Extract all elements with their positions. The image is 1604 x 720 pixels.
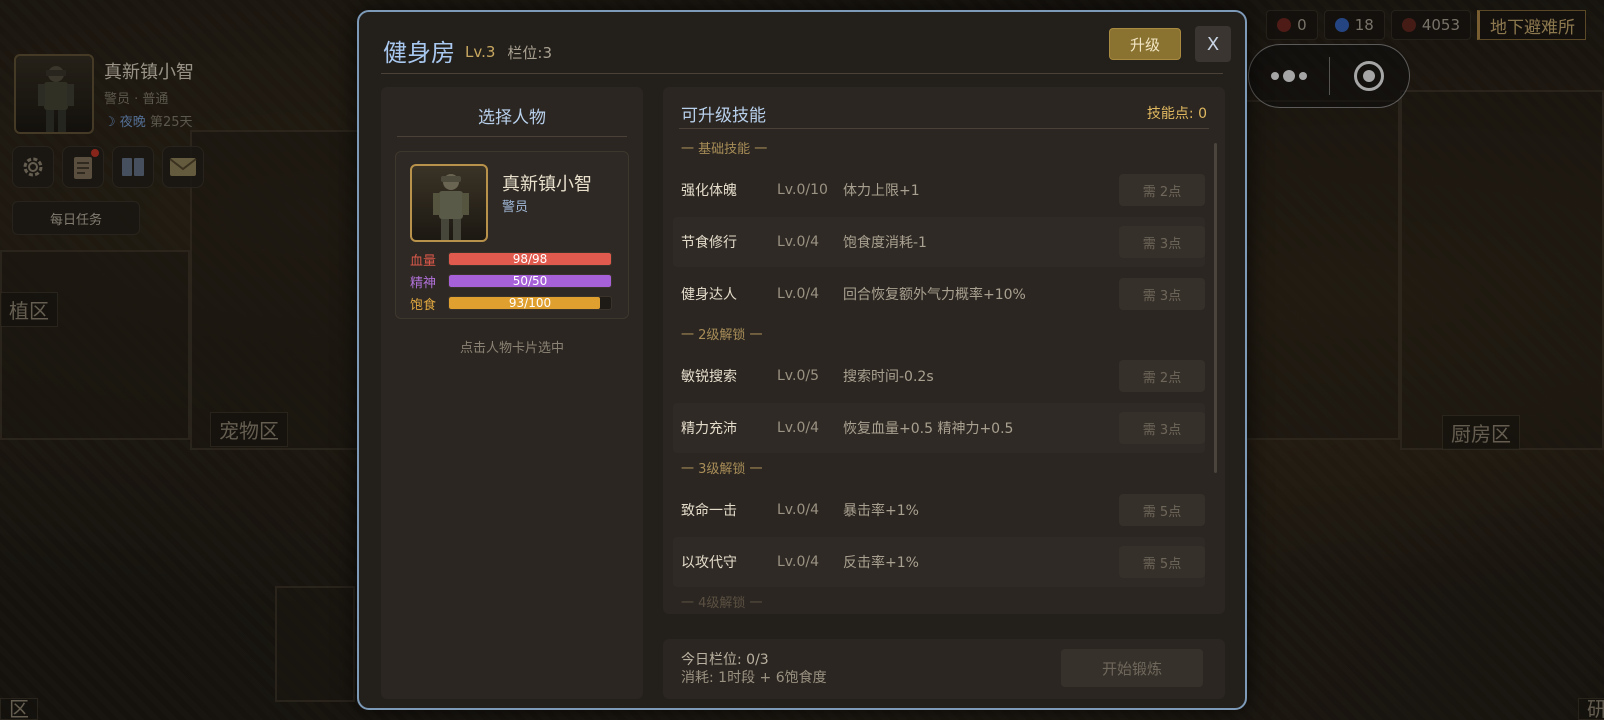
gym-modal: 健身房 Lv.3 栏位:3 升级 X 选择人物 真新镇小智 警员 血量 98/9… — [357, 10, 1247, 710]
group-header-tier3: 一 3级解锁 一 — [681, 462, 763, 477]
skill-cost-button[interactable]: 需 2点 — [1119, 360, 1205, 392]
skill-level: Lv.0/4 — [777, 502, 819, 518]
hp-value: 98/98 — [512, 252, 548, 266]
character-select-panel: 选择人物 真新镇小智 警员 血量 98/98 精神 50/50 饱食 93/10… — [381, 87, 643, 699]
skill-cost-button[interactable]: 需 2点 — [1119, 174, 1205, 206]
building-slots: 栏位:3 — [507, 43, 552, 62]
skill-level: Lv.0/4 — [777, 234, 819, 250]
skill-cost-button[interactable]: 需 3点 — [1119, 412, 1205, 444]
soldier-figure-icon — [433, 174, 469, 240]
skill-level: Lv.0/5 — [777, 368, 819, 384]
skill-cost-button[interactable]: 需 5点 — [1119, 546, 1205, 578]
header-divider — [381, 73, 1223, 74]
character-select-title: 选择人物 — [478, 108, 546, 128]
stat-row-satiety: 饱食 93/100 — [410, 295, 612, 313]
skill-row[interactable]: 致命一击 Lv.0/4 暴击率+1% 需 5点 — [673, 485, 1205, 535]
skill-name: 强化体魄 — [681, 183, 737, 199]
modal-header: 健身房 Lv.3 栏位:3 升级 X — [383, 26, 1231, 74]
spirit-value: 50/50 — [512, 274, 548, 288]
skill-level: Lv.0/4 — [777, 554, 819, 570]
building-level: Lv.3 — [465, 43, 496, 61]
skill-name: 致命一击 — [681, 503, 737, 519]
skill-points: 技能点: 0 — [1146, 106, 1207, 122]
skill-effect: 恢复血量+0.5 精神力+0.5 — [843, 421, 1014, 437]
group-header-basic: 一 基础技能 一 — [681, 142, 768, 157]
today-slots: 今日栏位: 0/3 — [681, 652, 769, 668]
close-button[interactable]: X — [1195, 26, 1231, 62]
modal-title: 健身房 — [383, 38, 455, 67]
skills-divider — [679, 128, 1209, 129]
character-avatar — [410, 164, 488, 242]
skill-name: 敏锐搜索 — [681, 369, 737, 385]
skill-row[interactable]: 节食修行 Lv.0/4 饱食度消耗-1 需 3点 — [673, 217, 1205, 267]
skill-effect: 体力上限+1 — [843, 183, 920, 199]
training-footer: 今日栏位: 0/3 消耗: 1时段 + 6饱食度 开始锻炼 — [663, 639, 1225, 699]
skill-effect: 暴击率+1% — [843, 503, 919, 519]
skills-title: 可升级技能 — [681, 106, 766, 126]
skill-level: Lv.0/4 — [777, 420, 819, 436]
character-role: 警员 — [502, 200, 529, 215]
skill-name: 以攻代守 — [681, 555, 737, 571]
stat-label-hp: 血量 — [410, 253, 437, 269]
skill-name: 精力充沛 — [681, 421, 737, 437]
character-name: 真新镇小智 — [502, 174, 592, 195]
select-hint: 点击人物卡片选中 — [459, 341, 564, 356]
skill-effect: 反击率+1% — [843, 555, 919, 571]
start-training-button[interactable]: 开始锻炼 — [1061, 649, 1203, 687]
stat-label-spirit: 精神 — [410, 275, 437, 291]
skill-row[interactable]: 健身达人 Lv.0/4 回合恢复额外气力概率+10% 需 3点 — [673, 269, 1205, 319]
satiety-bar: 93/100 — [448, 296, 612, 310]
spirit-bar: 50/50 — [448, 274, 612, 288]
skill-level: Lv.0/4 — [777, 286, 819, 302]
skill-row[interactable]: 强化体魄 Lv.0/10 体力上限+1 需 2点 — [673, 165, 1205, 215]
group-header-tier4: 一 4级解锁 一 — [681, 596, 763, 611]
skill-cost-button[interactable]: 需 3点 — [1119, 226, 1205, 258]
skills-panel: 可升级技能 技能点: 0 一 基础技能 一 强化体魄 Lv.0/10 体力上限+… — [663, 87, 1225, 614]
skill-cost-button[interactable]: 需 5点 — [1119, 494, 1205, 526]
training-cost: 消耗: 1时段 + 6饱食度 — [681, 670, 827, 686]
skill-row[interactable]: 以攻代守 Lv.0/4 反击率+1% 需 5点 — [673, 537, 1205, 587]
skill-level: Lv.0/10 — [777, 182, 828, 198]
skill-row[interactable]: 精力充沛 Lv.0/4 恢复血量+0.5 精神力+0.5 需 3点 — [673, 403, 1205, 453]
skills-scrollbar[interactable] — [1214, 143, 1217, 473]
skill-list[interactable]: 一 基础技能 一 强化体魄 Lv.0/10 体力上限+1 需 2点 节食修行 L… — [673, 135, 1205, 614]
stat-label-satiety: 饱食 — [410, 297, 437, 313]
skill-name: 健身达人 — [681, 287, 737, 303]
skill-effect: 回合恢复额外气力概率+10% — [843, 287, 1026, 303]
stat-row-spirit: 精神 50/50 — [410, 273, 612, 291]
upgrade-button[interactable]: 升级 — [1109, 28, 1181, 60]
character-card[interactable]: 真新镇小智 警员 血量 98/98 精神 50/50 饱食 93/100 — [395, 151, 629, 319]
hp-bar: 98/98 — [448, 252, 612, 266]
group-header-tier2: 一 2级解锁 一 — [681, 328, 763, 343]
skill-effect: 搜索时间-0.2s — [843, 369, 934, 385]
panel-divider — [397, 136, 627, 137]
satiety-value: 93/100 — [508, 296, 552, 310]
stat-row-hp: 血量 98/98 — [410, 251, 612, 269]
skill-name: 节食修行 — [681, 235, 737, 251]
skill-cost-button[interactable]: 需 3点 — [1119, 278, 1205, 310]
skill-row[interactable]: 敏锐搜索 Lv.0/5 搜索时间-0.2s 需 2点 — [673, 351, 1205, 401]
skill-effect: 饱食度消耗-1 — [843, 235, 927, 251]
